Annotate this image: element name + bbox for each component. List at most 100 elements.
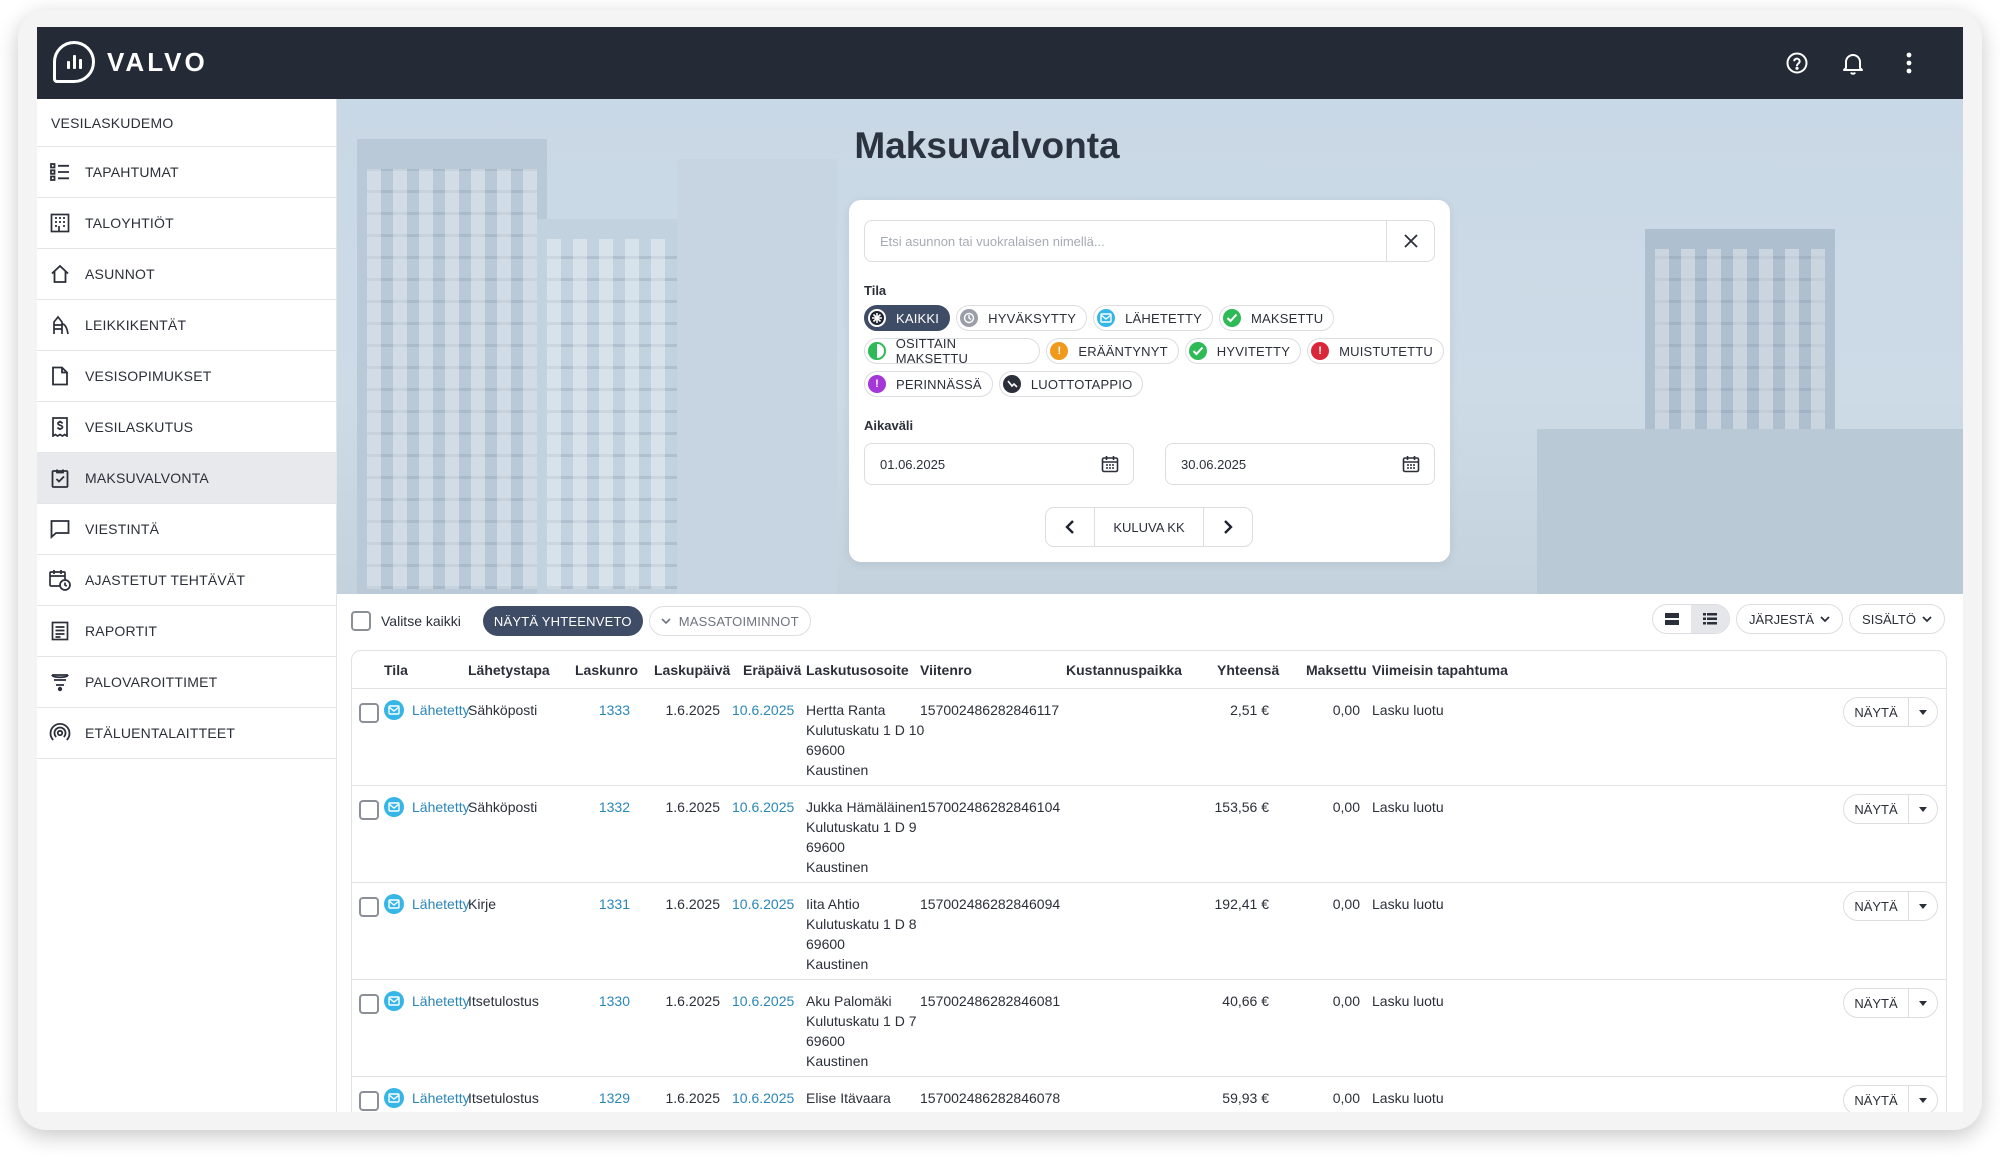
calendar-icon[interactable]	[1101, 455, 1119, 473]
date-from-field[interactable]: 01.06.2025	[864, 443, 1134, 485]
show-invoice-button[interactable]: NÄYTÄ	[1844, 698, 1909, 726]
table-row[interactable]: Lähetetty Sähköposti 1332 1.6.2025 10.6.2025…	[352, 786, 1946, 883]
table-row[interactable]: Lähetetty Itsetulostus 1330 1.6.2025 10.6.20…	[352, 980, 1946, 1077]
status-chip-maksettu[interactable]: MAKSETTU	[1219, 305, 1335, 331]
sidebar-item-raportit[interactable]: RAPORTIT	[37, 606, 336, 657]
mass-actions-button[interactable]: MASSATOIMINNOT	[648, 606, 811, 636]
due-date-link[interactable]: 10.6.2025	[732, 991, 794, 1011]
show-invoice-button[interactable]: NÄYTÄ	[1844, 1086, 1909, 1112]
status-chip-osittain-maksettu[interactable]: OSITTAIN MAKSETTU	[864, 336, 1041, 366]
help-icon[interactable]	[1783, 49, 1811, 77]
sidebar-item-viestinta[interactable]: VIESTINTÄ	[37, 504, 336, 555]
invoice-number-link[interactable]: 1333	[575, 700, 630, 720]
status-chip-kaikki[interactable]: KAIKKI	[864, 305, 951, 331]
table-row[interactable]: Lähetetty Sähköposti 1333 1.6.2025 10.6.2025…	[352, 689, 1946, 786]
paid-amount: 0,00	[1332, 993, 1360, 1009]
invoice-status[interactable]: Lähetetty	[384, 700, 470, 720]
column-header[interactable]: Laskutusosoite	[806, 662, 909, 678]
row-actions-dropdown[interactable]	[1909, 698, 1937, 726]
calendar-icon[interactable]	[1402, 455, 1420, 473]
content-dropdown[interactable]: SISÄLTÖ	[1849, 604, 1945, 634]
sidebar-item-tapahtumat[interactable]: TAPAHTUMAT	[37, 147, 336, 198]
due-date-link[interactable]: 10.6.2025	[732, 700, 794, 720]
logo[interactable]: VALVO	[53, 41, 208, 83]
column-header[interactable]: Lähetystapa	[468, 662, 550, 678]
next-month-button[interactable]	[1204, 508, 1252, 546]
status-chip-hyvaksytty[interactable]: HYVÄKSYTTY	[956, 305, 1088, 331]
date-to-field[interactable]: 30.06.2025	[1165, 443, 1435, 485]
table-row[interactable]: Lähetetty Kirje 1331 1.6.2025 10.6.2025 Iita …	[352, 883, 1946, 980]
close-icon	[1403, 234, 1418, 248]
show-invoice-button[interactable]: NÄYTÄ	[1844, 795, 1909, 823]
column-header[interactable]: Kustannuspaikka	[1066, 662, 1182, 678]
invoice-number-link[interactable]: 1330	[575, 991, 630, 1011]
show-summary-button[interactable]: NÄYTÄ YHTEENVETO	[482, 606, 643, 636]
show-invoice-button[interactable]: NÄYTÄ	[1844, 989, 1909, 1017]
delivery-method: Sähköposti	[468, 702, 538, 718]
row-actions-dropdown[interactable]	[1909, 795, 1937, 823]
invoice-table: Tila Lähetystapa Laskunro Laskupäivä Eräpäiv…	[351, 650, 1947, 1112]
sidebar-item-vesilaskutus[interactable]: VESILASKUTUS	[37, 402, 336, 453]
sidebar-item-leikkikentat[interactable]: LEIKKIKENTÄT	[37, 300, 336, 351]
invoice-status[interactable]: Lähetetty	[384, 1088, 470, 1108]
column-header[interactable]: Yhteensä	[1217, 662, 1279, 678]
sidebar-item-vesisopimukset[interactable]: VESISOPIMUKSET	[37, 351, 336, 402]
sidebar-item-maksuvalvonta[interactable]: MAKSUVALVONTA	[37, 453, 336, 504]
row-checkbox[interactable]	[359, 994, 379, 1014]
bell-icon[interactable]	[1839, 49, 1867, 77]
invoice-status[interactable]: Lähetetty	[384, 991, 470, 1011]
due-date-link[interactable]: 10.6.2025	[732, 1088, 794, 1108]
sidebar-item-etaluentalaitteet[interactable]: ETÄLUENTALAITTEET	[37, 708, 336, 759]
show-invoice-button[interactable]: NÄYTÄ	[1844, 892, 1909, 920]
status-chip-lahetetty[interactable]: LÄHETETTY	[1093, 305, 1214, 331]
sidebar-item-palovaroittimet[interactable]: PALOVAROITTIMET	[37, 657, 336, 708]
row-actions-dropdown[interactable]	[1909, 892, 1937, 920]
status-lahetetty-icon	[1097, 309, 1116, 327]
more-vertical-icon[interactable]	[1895, 49, 1923, 77]
column-header[interactable]: Laskupäivä	[654, 662, 730, 678]
current-month-button[interactable]: KULUVA KK	[1094, 508, 1204, 546]
list-view-button[interactable]	[1691, 605, 1730, 633]
row-actions: NÄYTÄ	[1843, 794, 1938, 824]
sort-dropdown[interactable]: JÄRJESTÄ	[1736, 604, 1844, 634]
column-header[interactable]: Tila	[384, 662, 408, 678]
clear-search-button[interactable]	[1386, 221, 1434, 261]
table-row[interactable]: Lähetetty Itsetulostus 1329 1.6.2025 10.6.20…	[352, 1077, 1946, 1112]
select-all-checkbox[interactable]	[351, 611, 371, 631]
sidebar-item-asunnot[interactable]: ASUNNOT	[37, 249, 336, 300]
row-checkbox[interactable]	[359, 800, 379, 820]
street-address: Kulutuskatu 1 D 8	[806, 916, 917, 932]
status-chip-hyvitetty[interactable]: HYVITETTY	[1184, 338, 1302, 364]
row-actions-dropdown[interactable]	[1909, 1086, 1937, 1112]
column-header[interactable]: Viitenro	[920, 662, 972, 678]
invoice-number-link[interactable]: 1329	[575, 1088, 630, 1108]
column-header[interactable]: Eräpäivä	[743, 662, 801, 678]
sidebar-item-label: LEIKKIKENTÄT	[85, 317, 187, 333]
status-chip-muistutettu[interactable]: ! MUISTUTETTU	[1307, 338, 1444, 364]
row-checkbox[interactable]	[359, 1091, 379, 1111]
column-header[interactable]: Maksettu	[1306, 662, 1367, 678]
row-checkbox[interactable]	[359, 703, 379, 723]
sidebar-item-taloyhtiot[interactable]: TALOYHTIÖT	[37, 198, 336, 249]
status-chip-label: OSITTAIN MAKSETTU	[895, 336, 969, 366]
invoice-status[interactable]: Lähetetty	[384, 894, 470, 914]
previous-month-button[interactable]	[1046, 508, 1094, 546]
row-checkbox[interactable]	[359, 897, 379, 917]
card-view-button[interactable]	[1653, 605, 1691, 633]
column-header[interactable]: Viimeisin tapahtuma	[1372, 662, 1508, 678]
due-date-link[interactable]: 10.6.2025	[732, 894, 794, 914]
row-actions-dropdown[interactable]	[1909, 989, 1937, 1017]
status-osittain-maksettu-icon	[868, 342, 886, 360]
due-date-link[interactable]: 10.6.2025	[732, 797, 794, 817]
column-header[interactable]: Laskunro	[575, 662, 638, 678]
postal-code: 69600	[806, 839, 845, 855]
invoice-number-link[interactable]: 1331	[575, 894, 630, 914]
status-chip-eraantynyt[interactable]: ! ERÄÄNTYNYT	[1046, 338, 1179, 364]
invoice-number-link[interactable]: 1332	[575, 797, 630, 817]
select-all-label[interactable]: Valitse kaikki	[381, 613, 461, 629]
status-chip-perinnassa[interactable]: ! PERINNÄSSÄ	[864, 371, 993, 397]
search-input[interactable]	[865, 221, 1386, 261]
invoice-status[interactable]: Lähetetty	[384, 797, 470, 817]
status-chip-luottotappio[interactable]: LUOTTOTAPPIO	[998, 371, 1144, 397]
sidebar-item-ajastetut-tehtavat[interactable]: AJASTETUT TEHTÄVÄT	[37, 555, 336, 606]
